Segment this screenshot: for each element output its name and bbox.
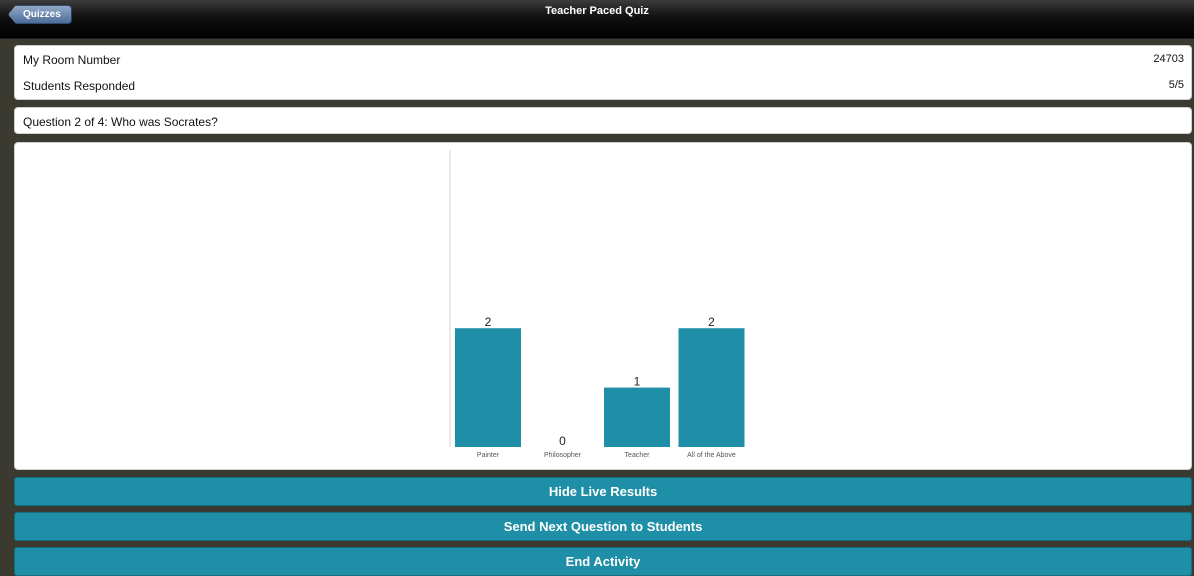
bar-value-label-2: 1 <box>634 375 641 389</box>
category-label-1: Philosopher <box>544 452 582 459</box>
end-activity-button[interactable]: End Activity <box>14 547 1192 576</box>
room-number-label: My Room Number <box>23 53 121 67</box>
students-responded-value: 5/5 <box>1168 79 1184 91</box>
students-responded-label: Students Responded <box>23 79 136 93</box>
send-next-question-button[interactable]: Send Next Question to Students <box>14 512 1192 541</box>
category-label-2: Teacher <box>625 452 651 459</box>
navigation-bar: Quizzes Teacher Paced Quiz <box>0 0 1194 39</box>
category-label-0: Painter <box>477 452 500 459</box>
results-bar-chart: 2 Painter 0 Philosopher 1 Teacher 2 All of the … <box>449 150 745 459</box>
bar-value-label-0: 2 <box>485 315 492 329</box>
students-responded-row: Students Responded 5/5 <box>15 72 1191 98</box>
bar-2 <box>604 387 670 447</box>
question-panel: Question 2 of 4: Who was Socrates? <box>14 107 1192 134</box>
bar-value-label-1: 0 <box>559 434 566 448</box>
question-text: Question 2 of 4: Who was Socrates? <box>23 115 218 129</box>
page-title: Teacher Paced Quiz <box>545 5 649 17</box>
room-info-panel: My Room Number 24703 Students Responded … <box>14 45 1192 100</box>
room-number-row: My Room Number 24703 <box>15 46 1191 72</box>
room-number-value: 24703 <box>1153 53 1184 65</box>
bar-3 <box>678 328 745 447</box>
bar-0 <box>455 328 521 447</box>
hide-live-results-button[interactable]: Hide Live Results <box>14 477 1192 506</box>
category-label-3: All of the Above <box>687 452 736 459</box>
results-chart-panel: 2 Painter 0 Philosopher 1 Teacher 2 All of the … <box>14 142 1192 470</box>
bar-value-label-3: 2 <box>708 315 715 329</box>
